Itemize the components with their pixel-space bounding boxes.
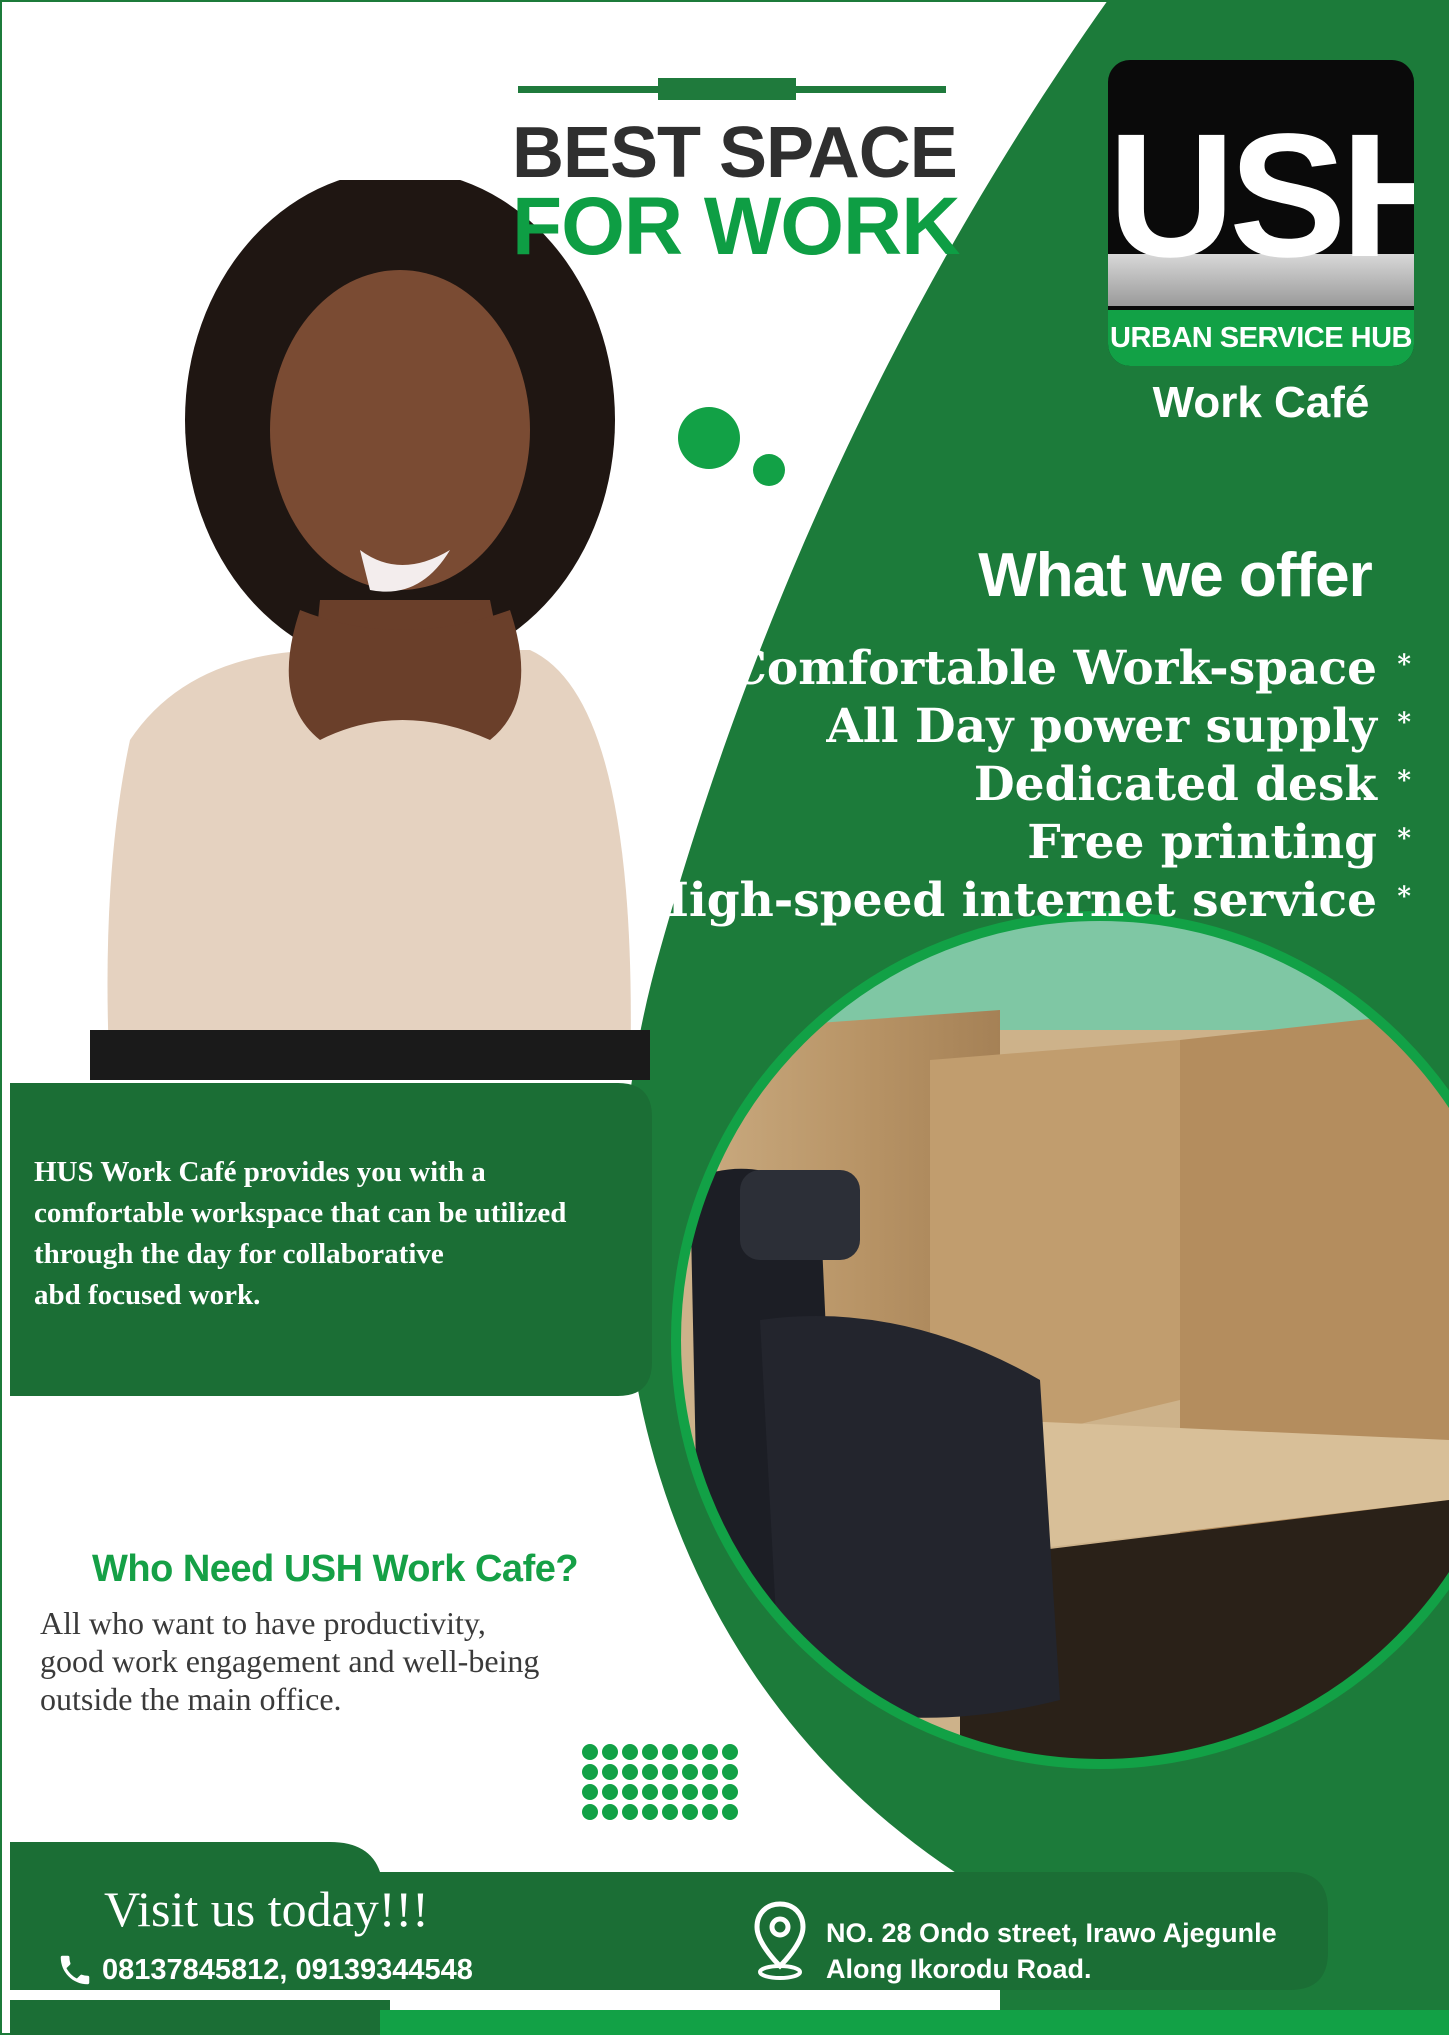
offer-item-label: High-speed internet service xyxy=(644,873,1377,928)
offer-item: High-speed internet service * xyxy=(644,872,1411,930)
intro-line: through the day for collaborative xyxy=(34,1238,444,1270)
offer-item: Comfortable Work-space * xyxy=(644,640,1412,698)
headline-deco-block xyxy=(658,78,796,100)
phone-numbers[interactable]: 08137845812, 09139344548 xyxy=(102,1954,473,1987)
phone-icon xyxy=(60,1955,90,1985)
logo-tagline: Work Café xyxy=(1152,378,1370,427)
offer-item: Dedicated desk * xyxy=(644,756,1411,814)
who-text: All who want to have productivity, good … xyxy=(40,1604,660,1718)
phone-row: 08137845812, 09139344548 xyxy=(56,1948,473,1992)
offer-item-label: All Day power supply xyxy=(826,699,1377,754)
star-bullet-icon: * xyxy=(1397,766,1411,796)
offer-item-label: Free printing xyxy=(1027,815,1377,870)
footer-strip-right xyxy=(380,2010,1449,2035)
offer-list: Comfortable Work-space * All Day power su… xyxy=(644,640,1411,930)
intro-line: HUS Work Café provides you with a xyxy=(34,1156,486,1188)
offer-item-label: Dedicated desk xyxy=(973,757,1377,812)
intro-text: HUS Work Café provides you with a comfor… xyxy=(34,1152,654,1316)
star-bullet-icon: * xyxy=(1397,824,1411,854)
deco-dot-small xyxy=(753,454,785,486)
intro-line: comfortable workspace that can be utiliz… xyxy=(34,1197,567,1229)
who-title: Who Need USH Work Cafe? xyxy=(92,1548,579,1590)
headline-line2: FOR WORK xyxy=(512,181,960,272)
star-bullet-icon: * xyxy=(1397,882,1411,912)
star-bullet-icon: * xyxy=(1397,708,1411,738)
address-line2: Along Ikorodu Road. xyxy=(826,1954,1092,1984)
ush-logo: USH URBAN SERVICE HUB xyxy=(1108,60,1414,366)
offer-item: Free printing * xyxy=(644,814,1411,872)
logo-subtitle: URBAN SERVICE HUB xyxy=(1108,310,1414,366)
dot-grid xyxy=(582,1744,738,1820)
logo-mark: USH xyxy=(1108,98,1414,294)
woman-portrait xyxy=(90,180,650,1080)
visit-heading: Visit us today!!! xyxy=(104,1881,429,1937)
offer-item: All Day power supply * xyxy=(644,698,1411,756)
deco-dot-large xyxy=(678,407,740,469)
star-bullet-icon: * xyxy=(1397,650,1411,680)
who-line: All who want to have productivity, xyxy=(40,1605,486,1641)
flyer: BEST SPACE FOR WORK USH URBAN SERVICE HU… xyxy=(0,0,1449,2035)
location-pin-icon xyxy=(754,1901,806,1980)
address: NO. 28 Ondo street, Irawo Ajegunle Along… xyxy=(826,1915,1277,1987)
offer-title: What we offer xyxy=(978,541,1372,610)
who-line: good work engagement and well-being xyxy=(40,1643,540,1679)
who-line: outside the main office. xyxy=(40,1681,342,1717)
footer-strip-left xyxy=(10,2000,390,2035)
offer-item-label: Comfortable Work-space xyxy=(729,641,1378,696)
address-line1: NO. 28 Ondo street, Irawo Ajegunle xyxy=(826,1918,1277,1948)
intro-line: abd focused work. xyxy=(34,1279,261,1311)
